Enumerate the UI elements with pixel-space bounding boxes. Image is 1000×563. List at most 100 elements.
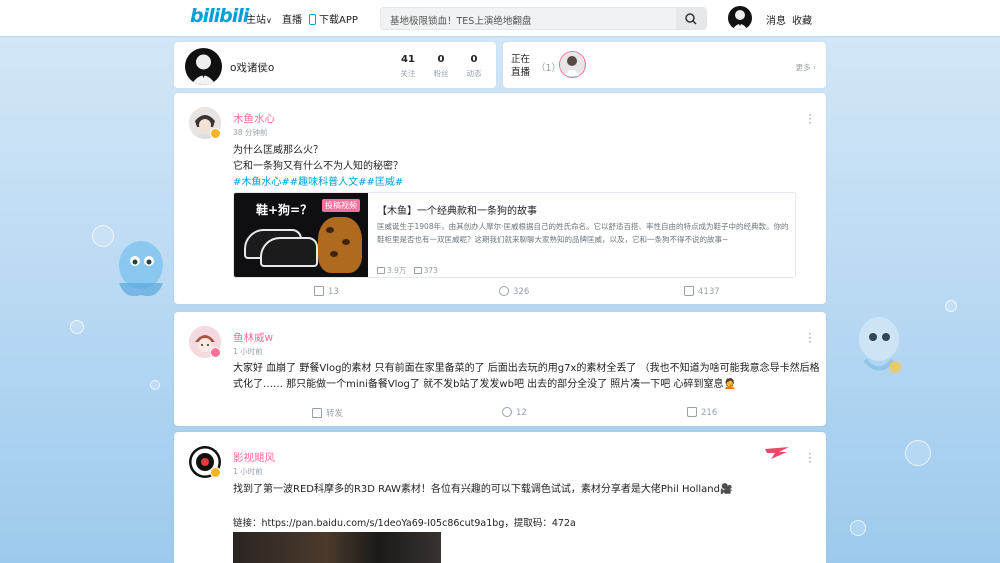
dog-illustration	[318, 217, 362, 273]
feed-post: 鱼林威w 1 小时前 · · · 大家好 血崩了 野餐Vlog的素材 只有前面在家里…	[174, 312, 826, 426]
post-text-line: 式化了…… 那只能做一个mini备餐Vlog了 就不发b站了发发wb吧 出去的部…	[233, 379, 736, 390]
dog-spot	[326, 227, 334, 233]
post-link-text[interactable]: 链接：https://pan.baidu.com/s/1deoYa69-I05c…	[233, 515, 576, 529]
comment-count: 12	[516, 408, 527, 418]
video-views: 3.9万	[387, 266, 407, 275]
search-bar[interactable]: 基地极限锁血！TES上演绝地翻盘	[380, 7, 707, 30]
like-button[interactable]: 4137	[684, 286, 720, 297]
decoration-badge-icon	[765, 447, 789, 459]
comment-count: 326	[513, 287, 530, 297]
nav-home-label: 主站	[246, 15, 266, 26]
like-button[interactable]: 216	[687, 407, 717, 418]
more-label: 更多	[795, 63, 811, 72]
comment-button[interactable]: 326	[499, 286, 529, 297]
post-actions: 13 326 4137	[174, 284, 826, 304]
user-avatar[interactable]	[728, 6, 752, 30]
background-bubble	[150, 380, 160, 390]
share-icon	[314, 286, 324, 296]
verified-badge-icon	[210, 128, 221, 139]
like-count: 216	[701, 408, 718, 418]
background-bubble	[850, 520, 866, 536]
share-button[interactable]: 转发	[312, 407, 343, 419]
post-content: 大家好 血崩了 野餐Vlog的素材 只有前面在家里备菜的了 后面出去玩的用g7x…	[233, 361, 820, 393]
live-label-line1: 正在	[511, 54, 531, 65]
danmaku-icon	[413, 267, 422, 274]
dog-spot	[342, 239, 350, 245]
avatar-image	[191, 54, 216, 85]
background-bubble	[70, 320, 84, 334]
thumbs-up-icon	[687, 407, 697, 417]
live-now-card: 正在 直播 （1） 更多 ›	[503, 42, 826, 88]
search-button[interactable]	[676, 8, 706, 29]
stat-value: 0	[470, 54, 478, 65]
avatar-image	[560, 52, 584, 76]
live-streamer-avatar[interactable]	[559, 51, 586, 78]
post-content: 为什么匡威那么火？ 它和一条狗又有什么不为人知的秘密？ #木鱼水心##趣味科普人…	[233, 143, 403, 191]
nav-home[interactable]: 主站∨	[246, 11, 272, 26]
post-author[interactable]: 鱼林威w	[233, 330, 273, 345]
chevron-down-icon: ∨	[266, 16, 272, 25]
background-bubble	[945, 300, 957, 312]
like-count: 4137	[698, 287, 720, 297]
post-author[interactable]: 木鱼水心	[233, 111, 275, 126]
more-link[interactable]: 更多 ›	[796, 62, 816, 73]
post-author[interactable]: 影视飓风	[233, 450, 275, 465]
live-count: （1）	[536, 63, 562, 74]
post-content: 找到了第一波RED科摩多的R3D RAW素材！各位有兴趣的可以下载调色试试，素材…	[233, 484, 733, 495]
comment-button[interactable]: 12	[502, 407, 527, 418]
post-time: 1 小时前	[233, 467, 263, 476]
video-thumbnail[interactable]: 鞋+狗=？ 投稿视频	[234, 193, 368, 277]
live-label-line2: 直播	[511, 67, 531, 78]
feed-post: 木鱼水心 38 分钟前 · · · 为什么匡威那么火？ 它和一条狗又有什么不为人知的…	[174, 93, 826, 304]
share-label: 转发	[326, 409, 344, 419]
post-time: 38 分钟前	[233, 128, 268, 137]
share-count: 13	[328, 287, 339, 297]
post-image[interactable]	[233, 532, 441, 563]
stat-posts[interactable]: 0 动态	[454, 54, 494, 79]
nav-download-app[interactable]: 下载APP	[309, 11, 358, 26]
messages-link[interactable]: 消息	[766, 12, 786, 27]
post-text-line: 为什么匡威那么火？	[233, 145, 323, 156]
comment-icon	[499, 286, 509, 296]
nav-live[interactable]: 直播	[282, 11, 302, 26]
sneaker-illustration	[260, 237, 318, 267]
profile-avatar[interactable]	[185, 48, 222, 85]
bilibili-logo[interactable]: bilibili	[190, 5, 249, 27]
chevron-right-icon: ›	[813, 63, 816, 72]
profile-username[interactable]: o戏诸侯o	[230, 60, 274, 75]
search-icon	[685, 13, 697, 25]
thumbnail-title: 鞋+狗=？	[256, 203, 313, 217]
video-card[interactable]: 鞋+狗=？ 投稿视频 【木鱼】一个经典款和一条狗的故事 匡威诞生于1908年，由…	[233, 192, 796, 278]
post-text-line: 大家好 血崩了 野餐Vlog的素材 只有前面在家里备菜的了 后面出去玩的用g7x…	[233, 363, 820, 374]
background-bubble	[905, 440, 931, 466]
video-description: 匡威诞生于1908年，由其创办人摩尔·匡威根据自己的姓氏命名。它以舒适百搭、率性…	[377, 222, 789, 244]
top-navigation-bar: bilibili 主站∨ 直播 下载APP 基地极限锁血！TES上演绝地翻盘 消…	[0, 0, 1000, 36]
mascot-right-illustration	[859, 317, 901, 373]
nav-download-label: 下载APP	[319, 15, 358, 26]
level-badge-icon	[210, 347, 221, 358]
post-time: 1 小时前	[233, 347, 263, 356]
share-icon	[312, 408, 322, 418]
video-danmaku: 373	[423, 266, 438, 275]
feed-post: 影视飓风 1 小时前 · · · 找到了第一波RED科摩多的R3D RAW素材！各位…	[174, 432, 826, 563]
verified-badge-icon	[210, 467, 221, 478]
profile-card: o戏诸侯o 41 关注 0 粉丝 0 动态	[174, 42, 496, 88]
phone-icon	[309, 14, 316, 25]
comment-icon	[502, 407, 512, 417]
post-actions: 转发 12 216	[174, 405, 826, 425]
dog-spot	[330, 251, 338, 257]
more-options-icon[interactable]: · · ·	[808, 328, 812, 348]
favorites-link[interactable]: 收藏	[792, 12, 812, 27]
post-text-line: 它和一条狗又有什么不为人知的秘密？	[233, 161, 403, 172]
avatar-image	[732, 10, 748, 30]
stat-label: 动态	[466, 69, 482, 78]
thumbs-up-icon	[684, 286, 694, 296]
mascot-left-illustration	[119, 241, 163, 297]
more-options-icon[interactable]: · · ·	[808, 448, 812, 468]
post-hashtags[interactable]: #木鱼水心##趣味科普人文##匡威#	[233, 175, 403, 191]
video-title[interactable]: 【木鱼】一个经典款和一条狗的故事	[377, 202, 537, 217]
more-options-icon[interactable]: · · ·	[808, 109, 812, 129]
thumbnail-tag: 投稿视频	[322, 199, 360, 212]
share-button[interactable]: 13	[314, 286, 339, 297]
search-input[interactable]: 基地极限锁血！TES上演绝地翻盘	[390, 13, 531, 27]
